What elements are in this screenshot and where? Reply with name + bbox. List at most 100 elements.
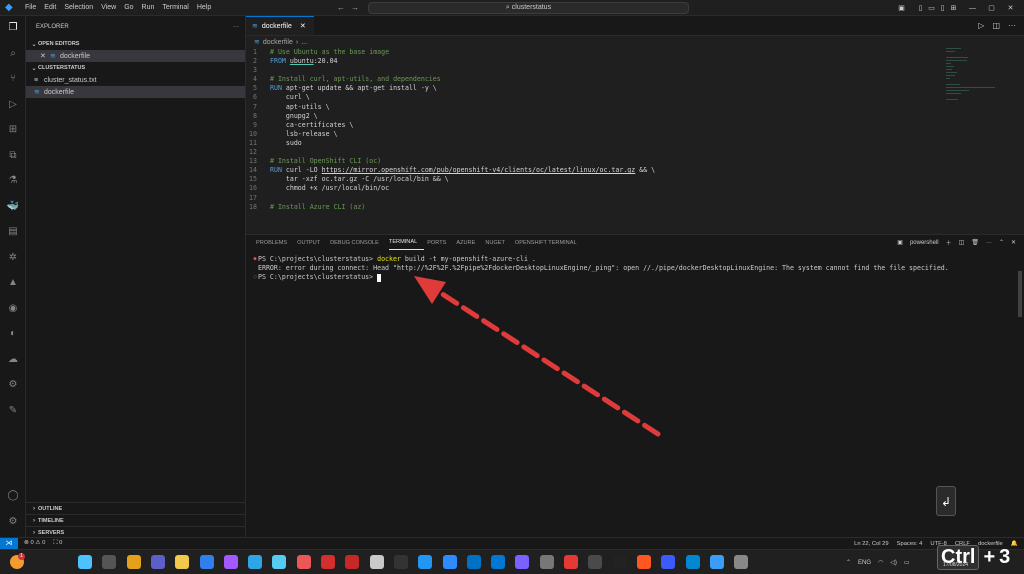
tab-problems[interactable]: PROBLEMS — [256, 235, 294, 250]
terminal-scrollbar[interactable] — [1018, 271, 1022, 317]
cloud-icon[interactable]: ☁ — [5, 352, 21, 368]
menu-item-view[interactable]: View — [97, 4, 120, 11]
more-actions-icon[interactable]: ··· — [986, 240, 992, 246]
docker-icon[interactable]: 🐳 — [5, 199, 21, 215]
breadcrumb-file[interactable]: dockerfile — [263, 39, 293, 46]
chrome-icon[interactable] — [126, 555, 141, 569]
tab-openshift-terminal[interactable]: OPENSHIFT TERMINAL — [515, 235, 584, 250]
minimap[interactable] — [946, 48, 1006, 101]
menu-item-help[interactable]: Help — [193, 4, 215, 11]
media-icon[interactable] — [539, 555, 554, 569]
pdf-reader-icon[interactable] — [345, 555, 360, 569]
spell-icon[interactable]: ✎ — [5, 403, 21, 419]
open-editors-section[interactable]: ⌄ OPEN EDITORS — [26, 38, 245, 50]
extensions-icon[interactable]: ⊞ — [5, 122, 21, 138]
teams-icon[interactable] — [150, 555, 165, 569]
folder-section[interactable]: ⌄ CLUSTERSTATUS — [26, 62, 245, 74]
tab-dockerfile[interactable]: ≋ dockerfile ✕ — [246, 16, 314, 35]
toggle-secondary-sidebar-icon[interactable]: ▯ — [937, 4, 948, 12]
problems-status[interactable]: ⊗ 0 ⚠ 0 — [24, 540, 45, 547]
terminal-icon[interactable] — [393, 555, 408, 569]
sonar-icon[interactable]: ⚙ — [5, 377, 21, 393]
customize-layout-icon[interactable]: ⊞ — [948, 4, 959, 12]
add-terminal-icon[interactable]: ＋ — [946, 238, 952, 247]
timeline-section[interactable]: › TIMELINE — [26, 514, 246, 526]
menu-item-go[interactable]: Go — [120, 4, 137, 11]
tab-debug-console[interactable]: DEBUG CONSOLE — [330, 235, 386, 250]
file-manager-icon[interactable] — [102, 555, 117, 569]
browser-icon[interactable] — [636, 555, 651, 569]
azure-icon[interactable]: ▲ — [5, 275, 21, 291]
source-control-icon[interactable]: ⑂ — [5, 71, 21, 87]
database-icon[interactable]: ▤ — [5, 224, 21, 240]
menu-item-edit[interactable]: Edit — [40, 4, 60, 11]
store-icon[interactable] — [199, 555, 214, 569]
split-editor-icon[interactable]: ◫ — [992, 21, 1000, 30]
remote-explorer-icon[interactable]: ⧉ — [5, 148, 21, 164]
cursor-position[interactable]: Ln 22, Col 29 — [854, 541, 888, 547]
close-tab-icon[interactable]: ✕ — [300, 22, 306, 30]
file-item-dockerfile[interactable]: ≋ dockerfile — [26, 86, 245, 98]
indentation[interactable]: Spaces: 4 — [897, 541, 923, 547]
command-center-search[interactable]: ⌕ clusterstatus — [368, 2, 689, 14]
tab-nuget[interactable]: NUGET — [485, 235, 512, 250]
testing-icon[interactable]: ⚗ — [5, 173, 21, 189]
maximize-icon[interactable]: ▢ — [986, 4, 997, 12]
volume-icon[interactable]: ◁) — [890, 559, 897, 566]
open-editor-item[interactable]: ✕ ≋ dockerfile — [26, 50, 245, 62]
run-icon[interactable]: ▷ — [978, 21, 984, 30]
tab-output[interactable]: OUTPUT — [297, 235, 327, 250]
account-icon[interactable]: ◯ — [5, 488, 21, 504]
tab-terminal[interactable]: TERMINAL — [388, 235, 425, 250]
tray-overflow-icon[interactable]: ⌃ — [846, 559, 851, 566]
vscode-icon[interactable] — [709, 555, 724, 569]
game-icon[interactable] — [588, 555, 603, 569]
search-icon[interactable]: ⌕ — [5, 46, 21, 62]
app-icon[interactable] — [515, 555, 530, 569]
run-debug-icon[interactable]: ▷ — [5, 97, 21, 113]
menu-item-run[interactable]: Run — [138, 4, 159, 11]
start-icon[interactable] — [78, 555, 92, 569]
app-icon[interactable] — [685, 555, 700, 569]
remote-icon[interactable]: ⋊ — [0, 537, 18, 550]
more-actions-icon[interactable]: ··· — [233, 24, 239, 30]
app-icon[interactable] — [661, 555, 676, 569]
forward-arrow-icon[interactable]: → — [351, 3, 365, 12]
breadcrumb-more[interactable]: ... — [301, 39, 307, 46]
tab-ports[interactable]: PORTS — [427, 235, 453, 250]
menu-item-selection[interactable]: Selection — [60, 4, 97, 11]
openshift-icon[interactable]: ◉ — [5, 301, 21, 317]
more-actions-icon[interactable]: ··· — [1008, 21, 1016, 30]
app-icon[interactable] — [564, 555, 578, 569]
minimize-icon[interactable]: — — [967, 5, 978, 12]
close-editor-icon[interactable]: ✕ — [40, 52, 50, 60]
trash-icon[interactable]: 🗑 — [971, 239, 979, 246]
shell-name[interactable]: powershell — [910, 240, 939, 246]
app-icon[interactable] — [369, 555, 384, 569]
copilot-icon[interactable]: ▣ — [896, 4, 907, 12]
edge-dev-icon[interactable] — [296, 555, 311, 569]
tab-azure[interactable]: AZURE — [456, 235, 482, 250]
kubernetes-icon[interactable]: ✲ — [5, 250, 21, 266]
file-item-cluster-status[interactable]: ≡ cluster_status.txt — [26, 74, 245, 86]
close-panel-icon[interactable]: ✕ — [1011, 239, 1016, 246]
app-icon[interactable] — [223, 555, 238, 569]
app-icon[interactable] — [734, 555, 749, 569]
mail-icon[interactable] — [466, 555, 481, 569]
close-icon[interactable]: ✕ — [1005, 4, 1016, 12]
outline-section[interactable]: › OUTLINE — [26, 502, 246, 514]
manage-icon[interactable]: ⚙ — [5, 514, 21, 530]
zoom-icon[interactable] — [442, 555, 457, 569]
edge-icon[interactable] — [248, 555, 263, 569]
explorer-icon[interactable]: ❐ — [5, 20, 21, 36]
code-editor[interactable]: 1 # Use Ubuntu as the base image 2 FROM ubu… — [246, 48, 936, 234]
app-icon[interactable] — [491, 555, 506, 569]
language-indicator[interactable]: ENG — [858, 560, 871, 566]
ports-status[interactable]: ⛶ 0 — [53, 540, 62, 547]
wifi-icon[interactable]: ◠ — [878, 559, 883, 566]
app-icon[interactable] — [418, 555, 433, 569]
maximize-panel-icon[interactable]: ⌃ — [999, 239, 1004, 246]
back-arrow-icon[interactable]: ← — [337, 3, 351, 12]
explorer-icon[interactable] — [175, 555, 190, 569]
app-icon[interactable] — [612, 555, 627, 569]
